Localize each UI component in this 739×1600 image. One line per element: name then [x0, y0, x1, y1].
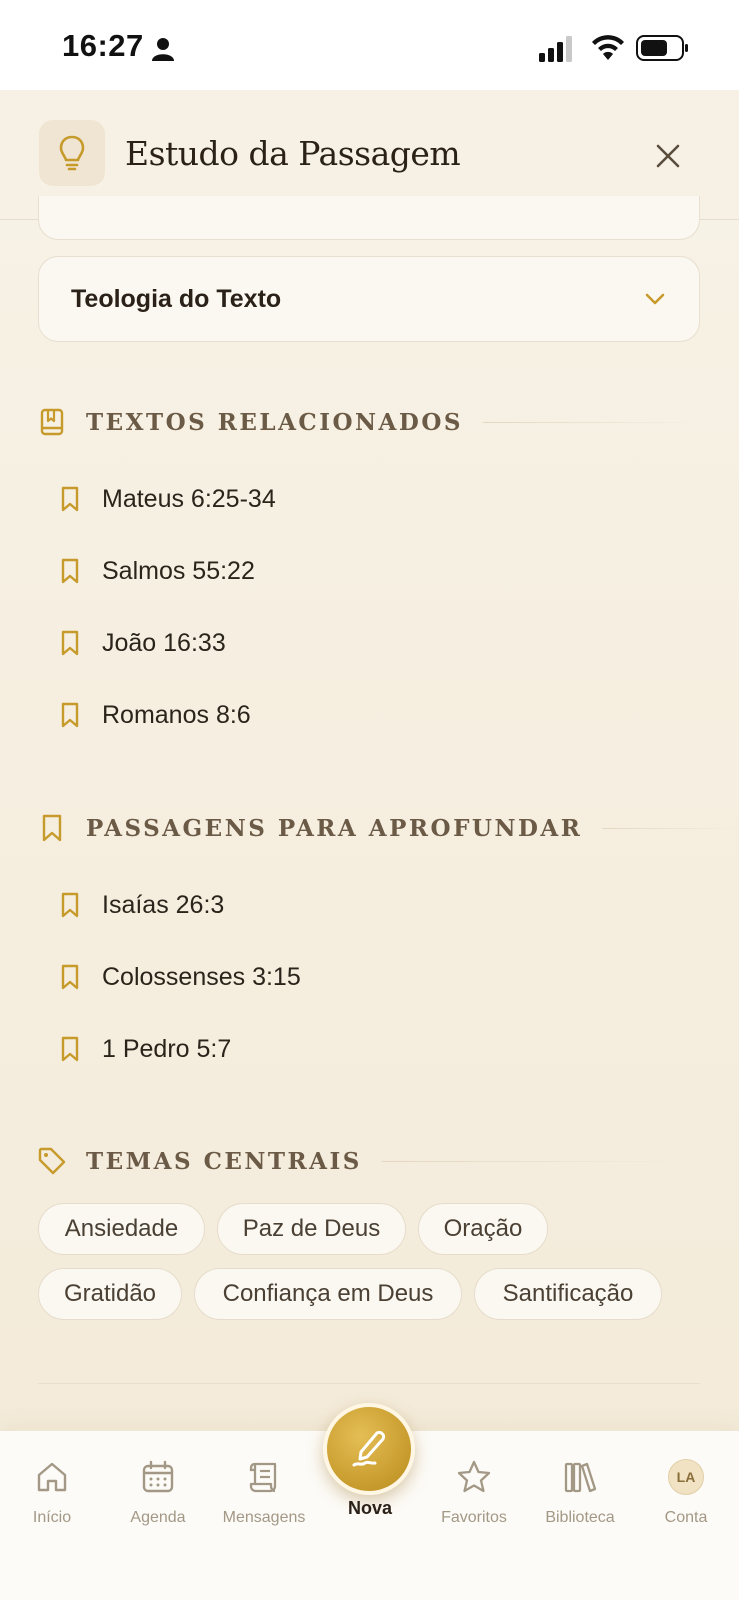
avatar: LA [668, 1459, 704, 1495]
section-title: TEMAS CENTRAIS [86, 1147, 362, 1175]
bookmark-icon [58, 1035, 82, 1063]
scroll-icon [244, 1457, 284, 1497]
person-icon [152, 38, 174, 61]
ref-label: Salmos 55:22 [102, 556, 255, 585]
wifi-icon [592, 35, 624, 60]
status-time: 16:27 [62, 28, 144, 63]
library-icon [560, 1457, 600, 1497]
bookmark-icon [58, 963, 82, 991]
ref-label: Colossenses 3:15 [102, 962, 301, 991]
section-central-themes: TEMAS CENTRAIS [38, 1141, 682, 1181]
ref-item[interactable]: Isaías 26:3 [58, 883, 224, 927]
star-icon [454, 1457, 494, 1497]
tab-label: Agenda [130, 1509, 186, 1526]
ref-item[interactable]: Colossenses 3:15 [58, 955, 301, 999]
tab-conta[interactable]: LA Conta [636, 1457, 736, 1527]
theme-tag[interactable]: Santificação [474, 1268, 662, 1320]
tab-biblioteca[interactable]: Biblioteca [530, 1457, 630, 1527]
tab-favoritos[interactable]: Favoritos [424, 1457, 524, 1527]
book-icon [38, 406, 66, 438]
tab-label: Conta [664, 1509, 708, 1526]
bookmark-icon [58, 485, 82, 513]
section-related-texts: TEXTOS RELACIONADOS [38, 402, 703, 442]
bookmark-icon [58, 701, 82, 729]
ref-label: João 16:33 [102, 628, 226, 657]
tab-label: Biblioteca [545, 1509, 615, 1526]
home-icon [32, 1457, 72, 1497]
bookmark-icon [38, 812, 66, 844]
theme-tag[interactable]: Paz de Deus [217, 1203, 406, 1255]
section-title: PASSAGENS PARA APROFUNDAR [86, 814, 583, 842]
section-divider [602, 827, 739, 829]
ref-label: 1 Pedro 5:7 [102, 1034, 232, 1063]
tab-nova-label[interactable]: Nova [320, 1498, 420, 1519]
bookmark-icon [58, 891, 82, 919]
section-title: TEXTOS RELACIONADOS [86, 408, 463, 436]
tab-agenda[interactable]: Agenda [108, 1457, 208, 1527]
calendar-icon [138, 1457, 178, 1497]
tab-inicio[interactable]: Início [2, 1457, 102, 1527]
ref-label: Romanos 8:6 [102, 700, 251, 729]
section-deeper-passages: PASSAGENS PARA APROFUNDAR [38, 808, 739, 848]
accordion-label: Teologia do Texto [71, 285, 282, 313]
tag-icon [38, 1145, 66, 1177]
tab-label: Favoritos [441, 1509, 507, 1526]
ref-item[interactable]: Salmos 55:22 [58, 549, 255, 593]
theme-tag[interactable]: Oração [418, 1203, 548, 1255]
accordion-theology[interactable]: Teologia do Texto [38, 256, 700, 342]
new-button[interactable] [323, 1403, 415, 1495]
status-bar: 16:27 [0, 0, 739, 90]
theme-tag[interactable]: Gratidão [38, 1268, 182, 1320]
close-button[interactable] [648, 136, 688, 176]
ref-item[interactable]: Romanos 8:6 [58, 693, 251, 737]
collapsed-card[interactable] [38, 196, 700, 240]
section-divider [482, 421, 703, 423]
theme-tag[interactable]: Ansiedade [38, 1203, 205, 1255]
ref-item[interactable]: João 16:33 [58, 621, 226, 665]
bookmark-icon [58, 557, 82, 585]
lightbulb-icon [39, 120, 105, 186]
close-icon[interactable] [656, 144, 680, 168]
section-divider [381, 1160, 682, 1162]
ref-item[interactable]: Mateus 6:25-34 [58, 477, 276, 521]
ref-item[interactable]: 1 Pedro 5:7 [58, 1027, 231, 1071]
theme-tag[interactable]: Confiança em Deus [194, 1268, 462, 1320]
chevron-down-icon [645, 293, 665, 305]
tab-label: Início [32, 1509, 72, 1526]
battery-icon [636, 35, 688, 61]
divider [38, 1383, 700, 1384]
tab-label: Mensagens [222, 1509, 306, 1526]
pen-icon [352, 1431, 385, 1467]
ref-label: Mateus 6:25-34 [102, 484, 276, 513]
signal-icon [539, 36, 572, 62]
page-title: Estudo da Passagem [125, 134, 461, 173]
ref-label: Isaías 26:3 [102, 890, 225, 919]
screen: 16:27 Estudo da Passagem Teologia do Tex… [0, 0, 739, 1600]
tab-mensagens[interactable]: Mensagens [214, 1457, 314, 1527]
bookmark-icon [58, 629, 82, 657]
